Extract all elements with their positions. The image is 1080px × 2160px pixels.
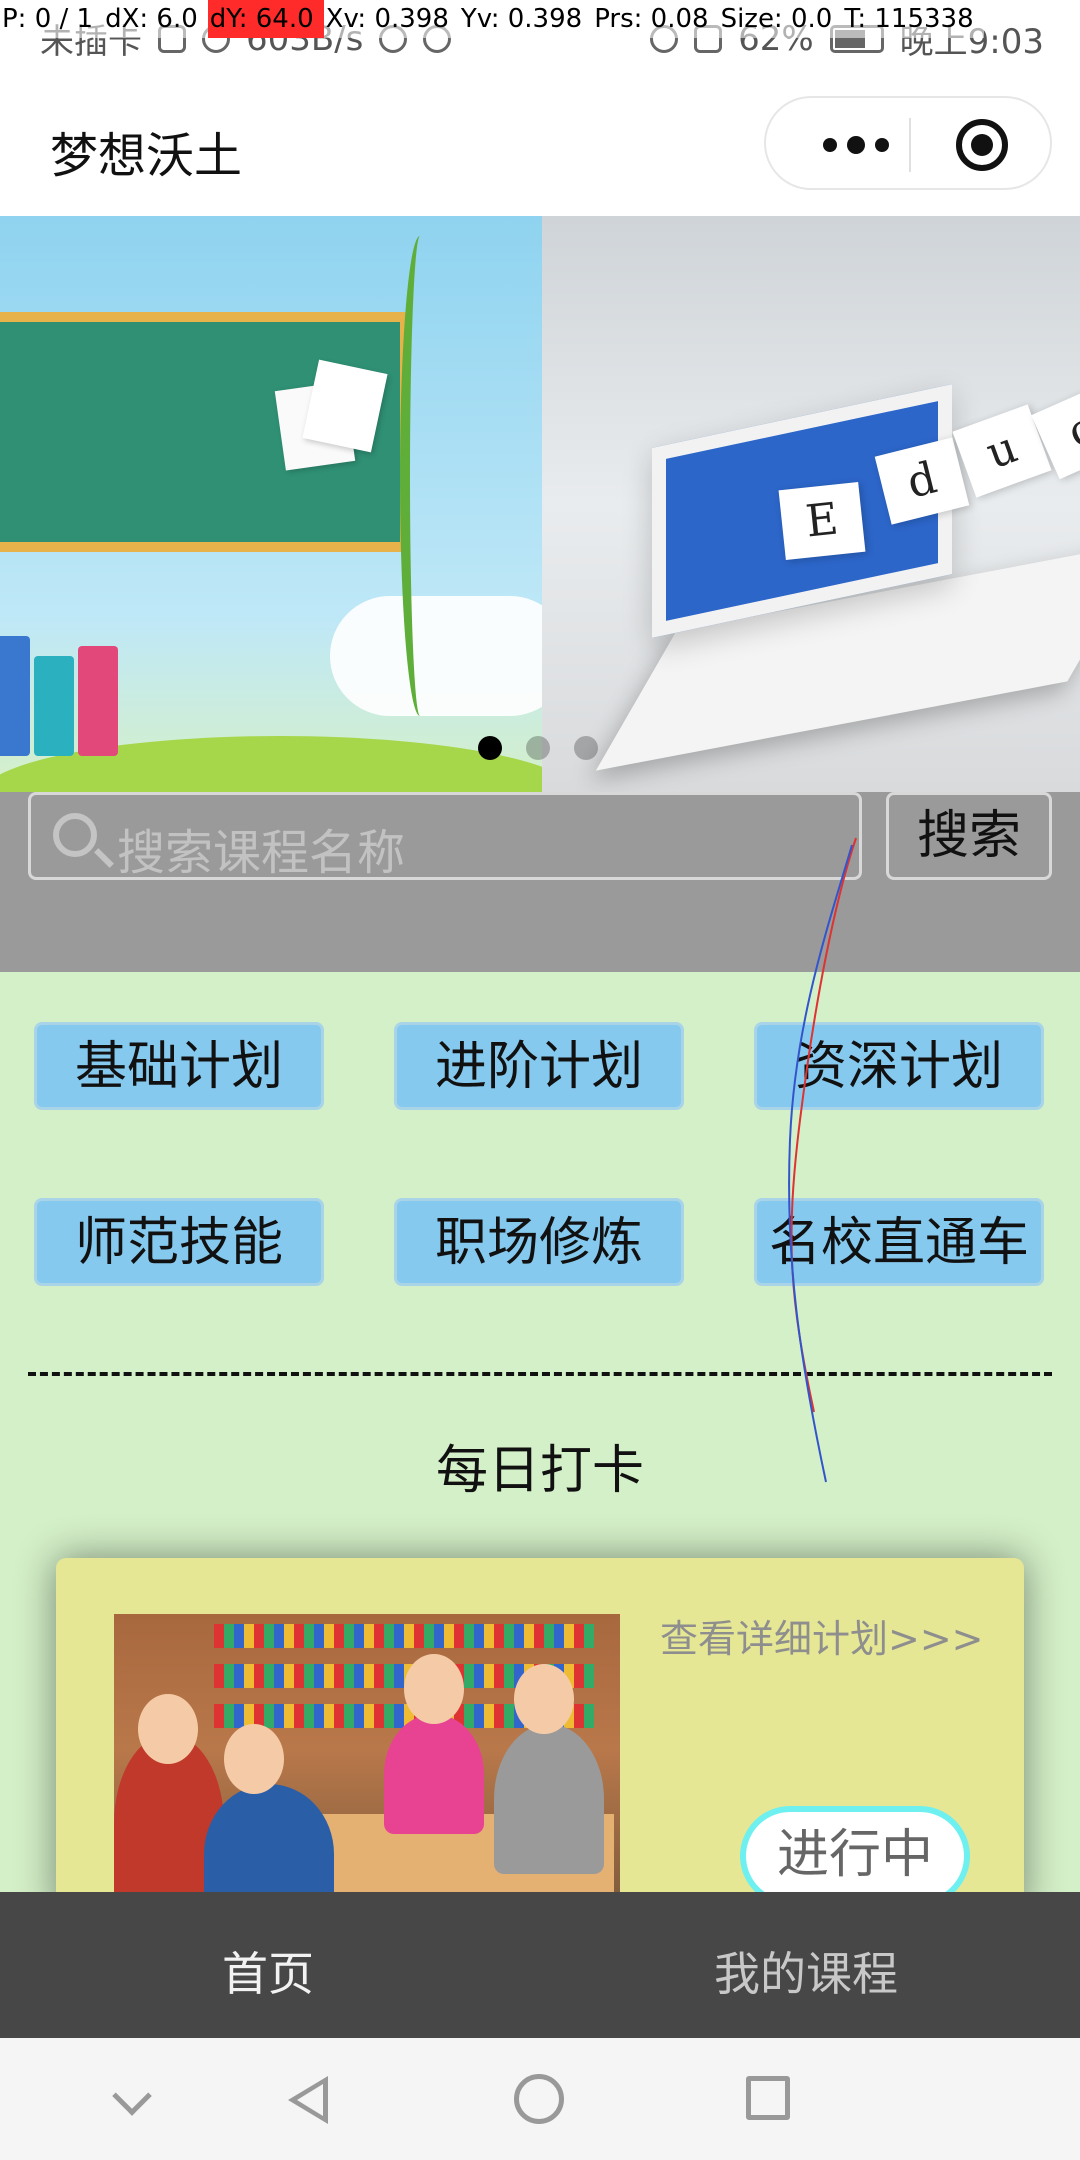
letter-tile: E (778, 482, 866, 560)
category-teaching-skills[interactable]: 师范技能 (34, 1198, 324, 1286)
debug-dx: dX: 6.0 (103, 0, 208, 38)
carousel-dot[interactable] (574, 736, 598, 760)
carousel-dot-active[interactable] (478, 736, 502, 760)
debug-size: Size: 0.0 (718, 0, 843, 38)
student-head (404, 1654, 464, 1724)
capsule-divider (909, 118, 911, 172)
category-senior-plan[interactable]: 资深计划 (754, 1022, 1044, 1110)
main-content: 基础计划 进阶计划 资深计划 师范技能 职场修炼 名校直通车 每日打卡 查看详细… (0, 972, 1080, 1918)
tab-my-courses[interactable]: 我的课程 (714, 1938, 898, 2004)
carousel-indicator (478, 736, 598, 760)
recent-apps-icon[interactable] (746, 2076, 790, 2120)
mini-program-capsule (764, 96, 1052, 190)
student-head (138, 1694, 198, 1764)
category-elite-school[interactable]: 名校直通车 (754, 1198, 1044, 1286)
banner-slide-chalkboard[interactable] (0, 216, 542, 792)
view-plan-link[interactable]: 查看详细计划>>> (660, 1608, 984, 1663)
status-in-progress-button[interactable]: 进行中 (740, 1806, 970, 1906)
student-head (224, 1724, 284, 1794)
search-button[interactable]: 搜索 (886, 792, 1052, 880)
banner-carousel[interactable]: E d u c (0, 216, 1080, 792)
chevron-down-icon[interactable] (112, 2076, 152, 2116)
more-dots-icon[interactable] (806, 120, 906, 170)
bottom-tab-bar: 首页 我的课程 (0, 1892, 1080, 2038)
search-input[interactable]: 搜索课程名称 (28, 792, 862, 881)
debug-xv: Xv: 0.398 (323, 0, 459, 38)
dashed-divider (28, 1372, 1052, 1376)
checkin-title: 每日打卡 (435, 1441, 644, 1501)
library-study-image (114, 1614, 620, 1914)
debug-t: T: 115338 (842, 0, 984, 38)
vine-shape (400, 236, 440, 716)
home-circle-icon[interactable] (514, 2074, 564, 2124)
student-figure (384, 1714, 484, 1834)
debug-p: P: 0 / 1 (0, 0, 104, 38)
search-placeholder: 搜索课程名称 (117, 825, 406, 881)
carousel-dot[interactable] (526, 736, 550, 760)
page-title: 梦想沃土 (50, 128, 243, 184)
books-image (0, 616, 130, 756)
app-header: 梦想沃土 (0, 72, 1080, 216)
debug-prs: Prs: 0.08 (592, 0, 719, 38)
student-figure (494, 1724, 604, 1874)
category-workplace-training[interactable]: 职场修炼 (394, 1198, 684, 1286)
search-icon (53, 813, 97, 857)
debug-yv: Yv: 0.398 (458, 0, 593, 38)
category-advanced-plan[interactable]: 进阶计划 (394, 1022, 684, 1110)
pointer-debug-overlay: P: 0 / 1 dX: 6.0 dY: 64.0 Xv: 0.398 Yv: … (0, 0, 1080, 38)
debug-dy: dY: 64.0 (207, 0, 324, 38)
bookshelf (214, 1624, 594, 1648)
checkin-card[interactable]: 查看详细计划>>> 进行中 (56, 1558, 1024, 1918)
target-close-icon[interactable] (956, 119, 1008, 171)
student-head (514, 1664, 574, 1734)
back-triangle-icon[interactable] (288, 2076, 328, 2124)
system-nav-bar (0, 2038, 1080, 2160)
tab-home[interactable]: 首页 (222, 1938, 314, 2004)
banner-slide-laptop[interactable]: E d u c (542, 216, 1080, 792)
category-basic-plan[interactable]: 基础计划 (34, 1022, 324, 1110)
search-area: 搜索课程名称 搜索 (0, 792, 1080, 972)
